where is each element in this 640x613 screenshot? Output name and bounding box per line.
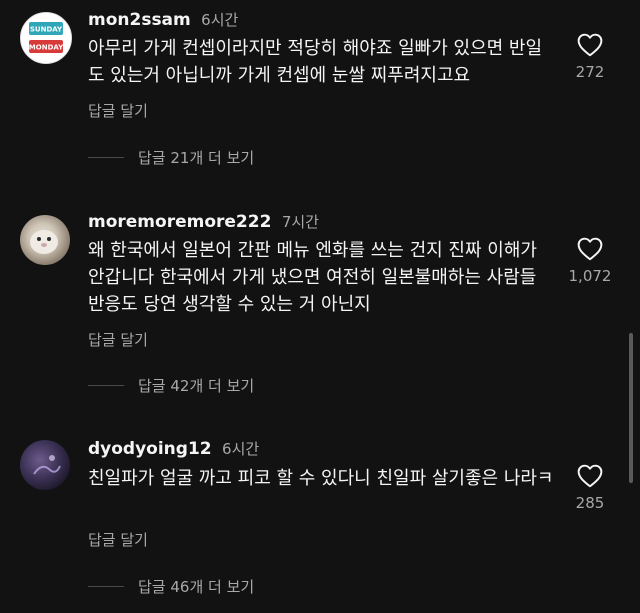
view-replies-label: 답글 46개 더 보기 <box>138 578 255 596</box>
like-count: 285 <box>575 494 605 512</box>
view-replies-button[interactable]: 답글 21개 더 보기 <box>88 147 254 168</box>
avatar[interactable] <box>20 440 70 490</box>
view-replies-button[interactable]: 답글 42개 더 보기 <box>88 375 254 396</box>
avatar[interactable]: SUNDAY MONDAY <box>20 12 72 64</box>
like-section: 285 <box>540 464 640 512</box>
avatar-photo <box>33 455 61 475</box>
divider-line <box>88 586 124 587</box>
comment-text: 아무리 가게 컨셉이라지만 적당히 해야죠 일빠가 있으면 반일도 있는거 아닙… <box>88 38 543 86</box>
like-section: 272 <box>540 33 640 81</box>
username[interactable]: mon2ssam <box>88 10 191 30</box>
comment-item: moremoremore222 7시간 왜 한국에서 일본어 간판 메뉴 엔화를… <box>0 200 640 410</box>
like-count: 272 <box>575 63 605 81</box>
avatar-photo <box>30 230 58 254</box>
divider-line <box>88 385 124 386</box>
view-replies-label: 답글 42개 더 보기 <box>138 377 255 395</box>
username[interactable]: moremoremore222 <box>88 212 271 232</box>
timestamp: 7시간 <box>281 213 319 231</box>
svg-text:SUNDAY: SUNDAY <box>30 26 63 34</box>
view-replies-label: 답글 21개 더 보기 <box>138 149 255 167</box>
reply-button[interactable]: 답글 달기 <box>88 529 148 550</box>
username[interactable]: dyodyoing12 <box>88 439 212 459</box>
heart-icon[interactable] <box>577 237 603 261</box>
heart-icon[interactable] <box>577 464 603 488</box>
reply-button[interactable]: 답글 달기 <box>88 329 148 350</box>
heart-icon[interactable] <box>577 33 603 57</box>
comment-header: mon2ssam 6시간 <box>88 9 238 31</box>
view-replies-button[interactable]: 답글 46개 더 보기 <box>88 576 254 597</box>
timestamp: 6시간 <box>201 11 239 29</box>
comment-text: 친일파가 얼굴 까고 피코 할 수 있다니 친일파 살기좋은 나라ㅋ <box>88 468 554 489</box>
divider-line <box>88 157 124 158</box>
comment-text: 왜 한국에서 일본어 간판 메뉴 엔화를 쓰는 건지 진짜 이해가 안갑니다 한… <box>88 240 537 315</box>
scrollbar[interactable] <box>629 333 633 483</box>
comment-header: moremoremore222 7시간 <box>88 211 319 233</box>
svg-text:MONDAY: MONDAY <box>29 44 64 52</box>
reply-button[interactable]: 답글 달기 <box>88 100 148 121</box>
like-count: 1,072 <box>568 267 612 285</box>
avatar-logo-image: SUNDAY MONDAY <box>21 13 71 63</box>
avatar[interactable] <box>20 215 70 265</box>
timestamp: 6시간 <box>222 440 260 458</box>
comment-item: dyodyoing12 6시간 친일파가 얼굴 까고 피코 할 수 있다니 친일… <box>0 420 640 613</box>
comment-item: SUNDAY MONDAY mon2ssam 6시간 아무리 가게 컨셉이라지만… <box>0 0 640 200</box>
like-section: 1,072 <box>540 237 640 285</box>
comment-header: dyodyoing12 6시간 <box>88 438 259 460</box>
